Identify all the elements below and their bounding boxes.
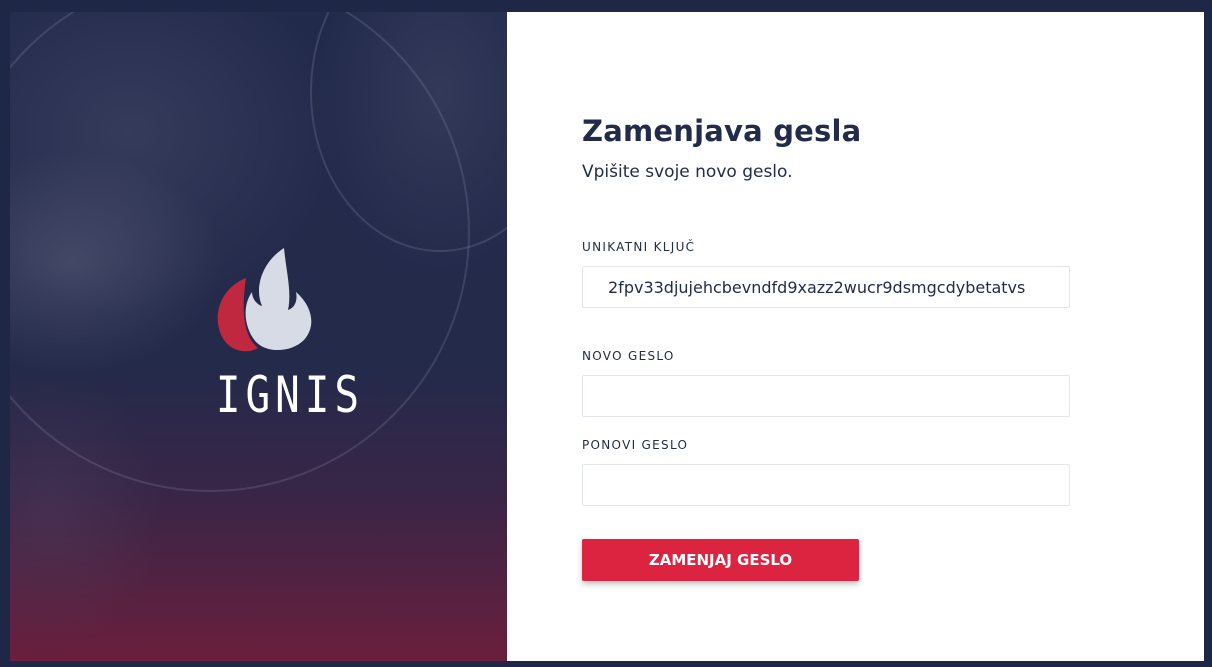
new-password-input[interactable] — [582, 375, 1070, 417]
form-panel: Zamenjava gesla Vpišite svoje novo geslo… — [507, 12, 1204, 661]
flame-icon — [217, 248, 312, 352]
ignis-logo: IGNIS — [206, 248, 359, 424]
page-title: Zamenjava gesla — [582, 114, 862, 148]
new-password-label: NOVO GESLO — [582, 349, 675, 363]
unique-key-input[interactable] — [582, 266, 1070, 308]
password-reset-form: Zamenjava gesla Vpišite svoje novo geslo… — [582, 114, 1070, 581]
page-frame: IGNIS Zamenjava gesla Vpišite svoje novo… — [10, 12, 1204, 661]
change-password-button[interactable]: ZAMENJAJ GESLO — [582, 539, 859, 581]
page-subtitle: Vpišite svoje novo geslo. — [582, 162, 793, 182]
hero-image-panel: IGNIS — [10, 12, 507, 661]
logo-wordmark: IGNIS — [215, 366, 364, 424]
repeat-password-label: PONOVI GESLO — [582, 438, 689, 452]
key-label: UNIKATNI KLJUČ — [582, 240, 696, 254]
repeat-password-input[interactable] — [582, 464, 1070, 506]
